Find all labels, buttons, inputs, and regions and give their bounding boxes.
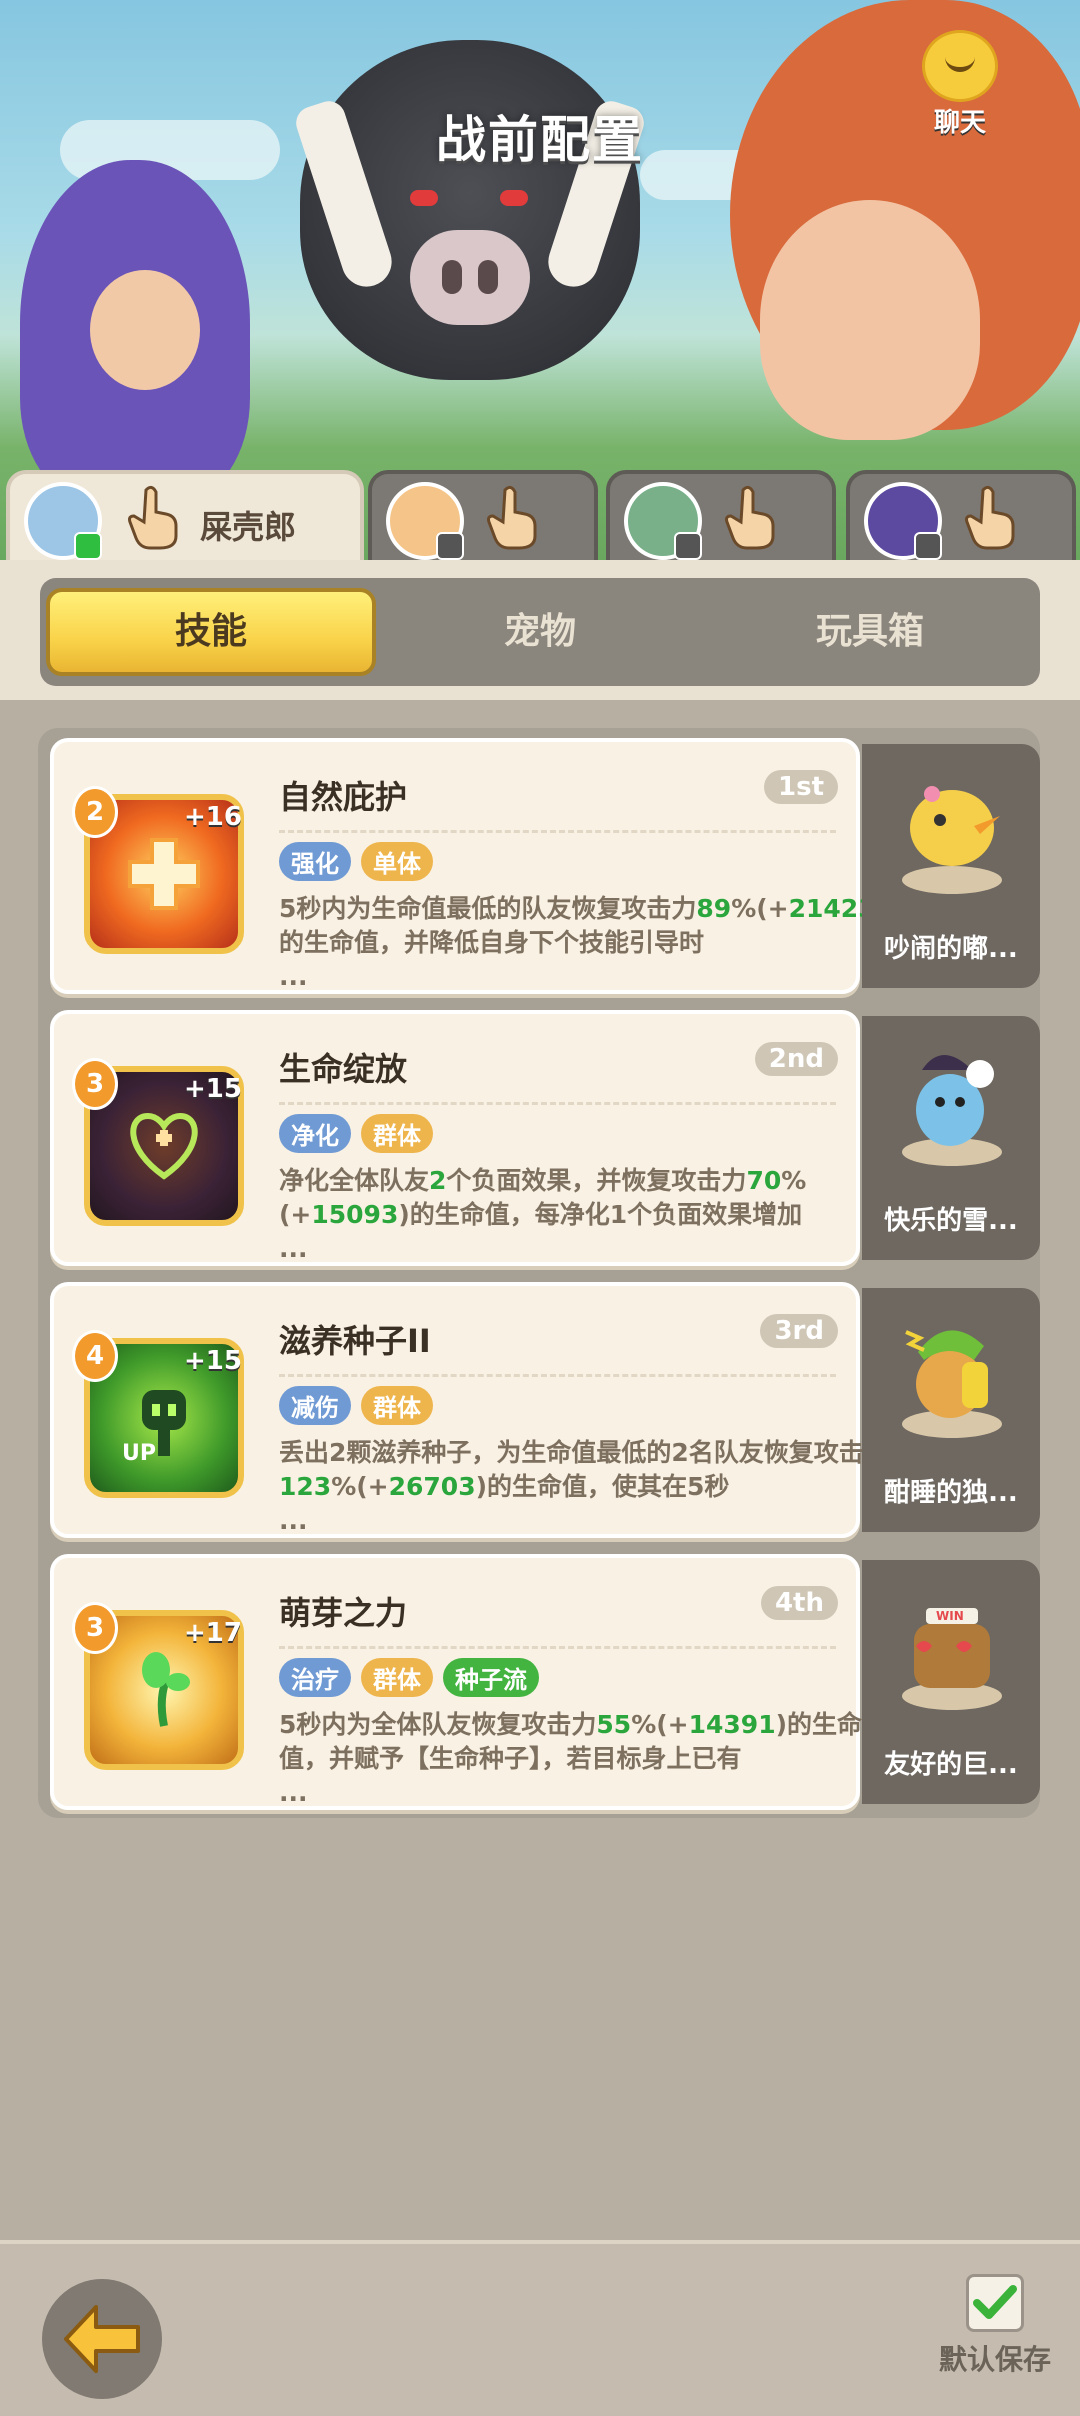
skill-name: 自然庇护 [279, 778, 408, 816]
caveman-illustration [730, 0, 1080, 440]
tab-toybox[interactable]: 玩具箱 [705, 588, 1035, 676]
skill-card[interactable]: 3 +15 生命绽放 2nd 净化 群体 净化全体队友2个负面效果，并恢复攻击力7… [50, 1010, 860, 1266]
skill-list: 2 +16 自然庇护 1st 强化 单体 5秒内为生命值最低的队友恢复攻击力89%… [38, 728, 1040, 1818]
pet-name: 快乐的雪... [884, 1206, 1018, 1236]
skill-tags: 强化 单体 [279, 842, 443, 881]
archer-girl-illustration [20, 160, 250, 500]
tag: 治疗 [279, 1658, 351, 1697]
pet-slot[interactable]: 酣睡的独... [862, 1288, 1040, 1532]
skill-bonus: +16 [184, 802, 242, 832]
hero-avatar [24, 482, 102, 560]
skill-row[interactable]: UP 4 +15 滋养种子II 3rd 减伤 群体 丢出2颗滋养种子，为生命值最低… [50, 1282, 1040, 1538]
pet-figure [892, 768, 1012, 898]
chat-label: 聊天 [933, 108, 986, 138]
chat-button[interactable]: 聊天 [915, 30, 1005, 138]
skill-row[interactable]: 3 +17 萌芽之力 4th 治疗 群体 种子流 5秒内为全体队友恢复攻击力55%(… [50, 1554, 1040, 1810]
chat-badge-icon [914, 532, 942, 560]
tab-pets[interactable]: 宠物 [375, 588, 705, 676]
tag: 净化 [279, 1114, 351, 1153]
tab-skills[interactable]: 技能 [46, 588, 376, 676]
pet-figure [892, 1040, 1012, 1170]
default-save-toggle[interactable]: 默认保存 [930, 2274, 1060, 2378]
skill-card[interactable]: 3 +17 萌芽之力 4th 治疗 群体 种子流 5秒内为全体队友恢复攻击力55%(… [50, 1554, 862, 1810]
tap-hand-icon [128, 484, 184, 550]
boar-illustration [291, 40, 649, 380]
skill-description: 5秒内为全体队友恢复攻击力55%(+14391)的生命值，并赋予【生命种子】，若… [279, 1710, 863, 1807]
tag: 群体 [361, 1658, 433, 1697]
skill-level-badge: 3 [72, 1058, 118, 1110]
hero-name: 屎壳郎 [200, 508, 297, 546]
divider [279, 830, 836, 833]
tag: 强化 [279, 842, 351, 881]
hero-avatar [624, 482, 702, 560]
skill-level-badge: 3 [72, 1602, 118, 1654]
hero-tab-bar: 屎壳郎 [0, 470, 1080, 565]
pet-name: 友好的巨... [884, 1750, 1018, 1780]
skill-description: 净化全体队友2个负面效果，并恢复攻击力70%(+15093)的生命值，每净化1个… [279, 1166, 807, 1263]
tag: 种子流 [443, 1658, 539, 1697]
skill-rank: 2nd [754, 1042, 838, 1076]
skill-rank: 4th [760, 1586, 838, 1620]
pet-slot[interactable]: WIN 友好的巨... [862, 1560, 1040, 1804]
svg-text:WIN: WIN [936, 1609, 964, 1623]
skill-rank: 3rd [760, 1314, 838, 1348]
skill-card[interactable]: 2 +16 自然庇护 1st 强化 单体 5秒内为生命值最低的队友恢复攻击力89%… [50, 738, 887, 994]
skill-tags: 减伤 群体 [279, 1386, 443, 1425]
skill-name: 萌芽之力 [279, 1594, 408, 1632]
skill-rank: 1st [764, 770, 838, 804]
skill-description: 5秒内为生命值最低的队友恢复攻击力89%(+21423)的生命值，并降低自身下个… [279, 894, 887, 991]
bottom-bar: 默认保存 [0, 2240, 1080, 2416]
hero-avatar [864, 482, 942, 560]
chat-icon [922, 30, 998, 102]
hero-tab-4[interactable] [846, 470, 1076, 564]
svg-text:UP: UP [122, 1441, 156, 1466]
tag: 减伤 [279, 1386, 351, 1425]
hero-tab-1[interactable]: 屎壳郎 [6, 470, 364, 564]
checkbox-checked-icon [966, 2274, 1024, 2332]
tag: 群体 [361, 1114, 433, 1153]
tag: 群体 [361, 1386, 433, 1425]
skill-bonus: +15 [184, 1074, 242, 1104]
pet-slot[interactable]: 吵闹的嘟... [862, 744, 1040, 988]
hero-tab-3[interactable] [606, 470, 836, 564]
tap-hand-icon [725, 484, 781, 550]
chat-badge-icon [436, 532, 464, 560]
hero-avatar [386, 482, 464, 560]
tap-hand-icon [487, 484, 543, 550]
tag: 单体 [361, 842, 433, 881]
skill-tags: 治疗 群体 种子流 [279, 1658, 549, 1697]
skill-bonus: +17 [184, 1618, 242, 1648]
pet-figure: WIN [892, 1584, 1012, 1714]
skill-level-badge: 4 [72, 1330, 118, 1382]
skill-name: 滋养种子II [279, 1322, 431, 1360]
skill-card[interactable]: UP 4 +15 滋养种子II 3rd 减伤 群体 丢出2颗滋养种子，为生命值最低… [50, 1282, 889, 1538]
back-arrow-icon [64, 2305, 140, 2373]
chat-badge-icon [74, 532, 102, 560]
divider [279, 1374, 836, 1377]
skill-description: 丢出2颗滋养种子，为生命值最低的2名队友恢复攻击力123%(+26703)的生命… [279, 1438, 889, 1535]
divider [279, 1102, 836, 1105]
segment-tabs: 技能 宠物 玩具箱 [40, 578, 1040, 686]
chat-badge-icon [674, 532, 702, 560]
skill-row[interactable]: 2 +16 自然庇护 1st 强化 单体 5秒内为生命值最低的队友恢复攻击力89%… [50, 738, 1040, 994]
skill-name: 生命绽放 [279, 1050, 408, 1088]
skill-bonus: +15 [184, 1346, 242, 1376]
skill-tags: 净化 群体 [279, 1114, 443, 1153]
hero-tab-2[interactable] [368, 470, 598, 564]
tap-hand-icon [965, 484, 1021, 550]
pet-name: 吵闹的嘟... [884, 934, 1018, 964]
back-button[interactable] [42, 2279, 162, 2399]
skill-row[interactable]: 3 +15 生命绽放 2nd 净化 群体 净化全体队友2个负面效果，并恢复攻击力7… [50, 1010, 1040, 1266]
default-save-label: 默认保存 [938, 2343, 1051, 2376]
pet-figure [892, 1312, 1012, 1442]
pet-name: 酣睡的独... [884, 1478, 1018, 1508]
skill-level-badge: 2 [72, 786, 118, 838]
pet-slot[interactable]: 快乐的雪... [862, 1016, 1040, 1260]
divider [279, 1646, 836, 1649]
